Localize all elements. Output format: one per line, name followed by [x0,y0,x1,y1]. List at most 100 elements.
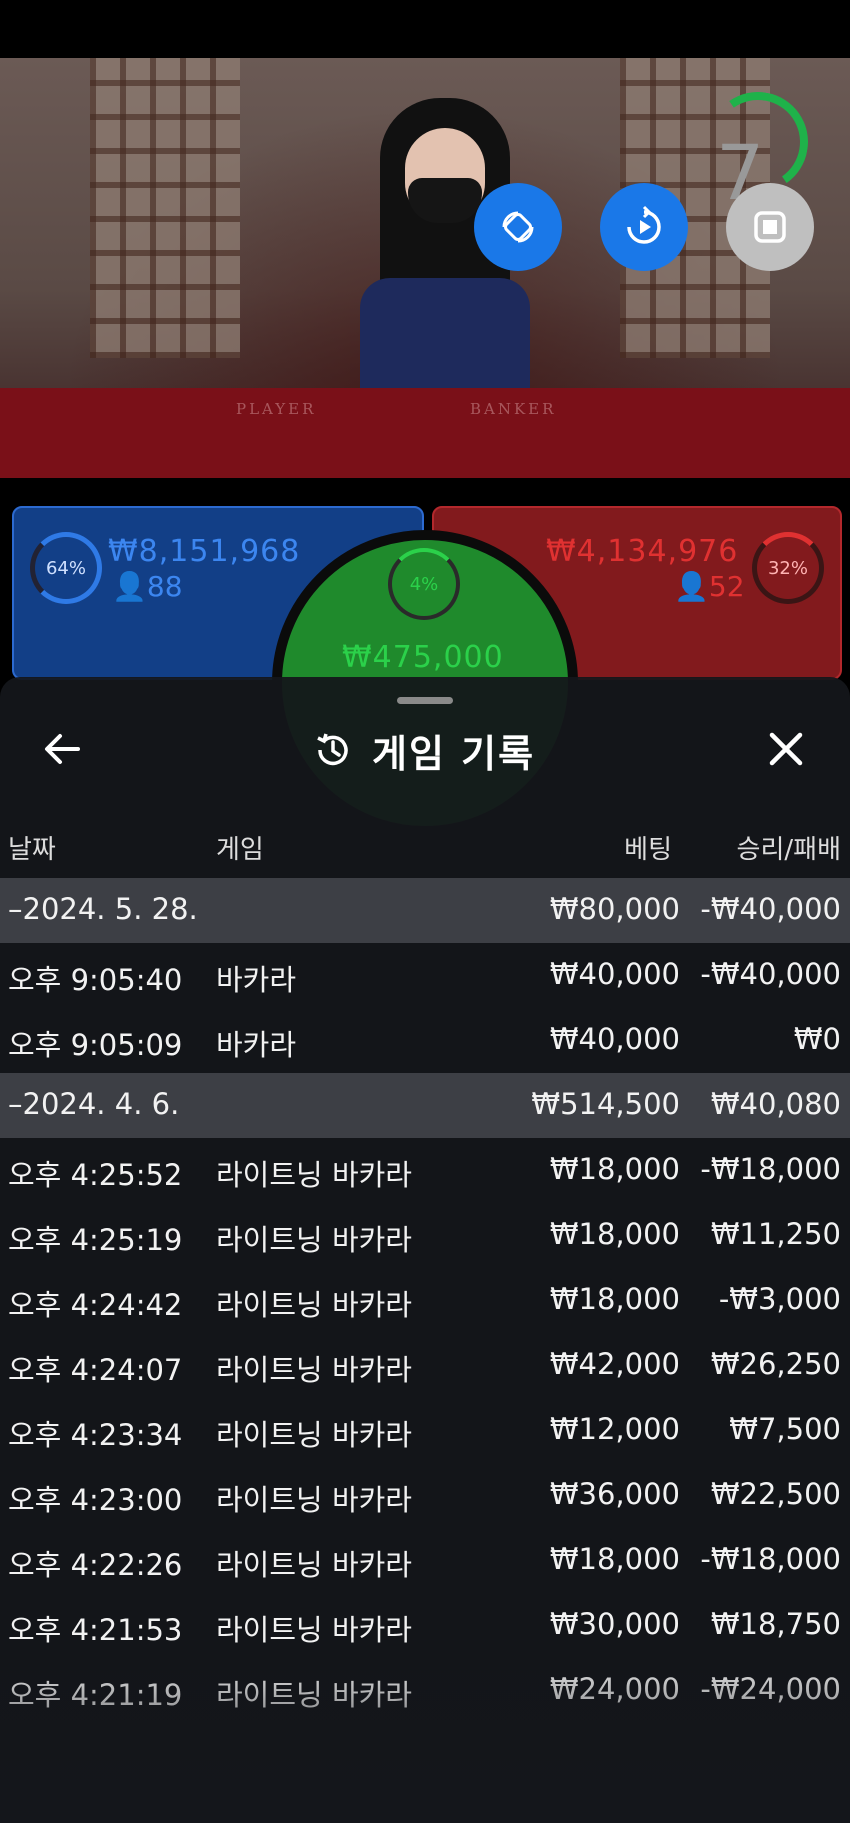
game-history-sheet: 게임 기록 날짜 게임 베팅 승리/패배 –2024. 5. 28. ₩80,00… [0,677,850,1823]
bet-area: 64% ₩8,151,968 👤88 4% ₩475,000 ₩4,134,97… [0,500,850,836]
column-bet: 베팅 [624,835,672,865]
history-row[interactable]: 오후 4:23:34 라이트닝 바카라 ₩12,000 ₩7,500 [0,1398,850,1463]
banker-percent: 32% [767,557,808,579]
history-game: 라이트닝 바카라 [216,1678,412,1712]
history-column-headers: 날짜 게임 베팅 승리/패배 [0,815,850,875]
history-bet: ₩12,000 [549,1412,680,1446]
history-result: ₩22,500 [710,1477,841,1511]
table-label-banker: BANKER [470,400,557,418]
user-icon: 👤 [112,570,147,603]
history-bet: ₩30,000 [549,1607,680,1641]
history-bet: ₩18,000 [549,1282,680,1316]
history-date: 오후 4:21:19 [8,1678,183,1712]
history-result: ₩11,250 [710,1217,841,1251]
history-game: 라이트닝 바카라 [216,1223,412,1257]
history-game: 라이트닝 바카라 [216,1158,412,1192]
rotate-button[interactable] [474,183,562,271]
history-result: -₩3,000 [718,1282,841,1316]
history-bet: ₩18,000 [549,1542,680,1576]
title-group: 게임 기록 [312,725,536,776]
history-game: 라이트닝 바카라 [216,1548,412,1582]
stop-button[interactable] [726,183,814,271]
arrow-left-icon [45,734,80,764]
history-result: ₩40,080 [710,1087,841,1121]
sheet-title: 게임 기록 [372,731,536,776]
history-game: 라이트닝 바카라 [216,1353,412,1387]
history-row[interactable]: 오후 4:23:00 라이트닝 바카라 ₩36,000 ₩22,500 [0,1463,850,1528]
replay-button[interactable] [600,183,688,271]
history-date: 오후 4:24:07 [8,1353,183,1387]
history-bet: ₩80,000 [549,892,680,926]
banker-percent-ring: 32% [752,532,824,604]
history-row[interactable]: 오후 4:24:07 라이트닝 바카라 ₩42,000 ₩26,250 [0,1333,850,1398]
history-date: 오후 4:24:42 [8,1288,183,1322]
column-game: 게임 [216,835,264,865]
replay-icon [627,205,661,244]
close-button[interactable] [764,727,808,771]
history-icon [317,733,348,766]
history-row[interactable]: 오후 4:25:19 라이트닝 바카라 ₩18,000 ₩11,250 [0,1203,850,1268]
history-bet: ₩42,000 [549,1347,680,1381]
history-game: 라이트닝 바카라 [216,1288,412,1322]
history-result: ₩18,750 [710,1607,841,1641]
history-date: 오후 4:25:19 [8,1223,183,1257]
background-screen-left [90,58,240,358]
close-icon [769,732,803,766]
history-bet: ₩18,000 [549,1217,680,1251]
history-game: 바카라 [216,1028,297,1062]
tie-percent: 4% [409,573,439,595]
history-row[interactable]: 오후 9:05:09 바카라 ₩40,000 ₩0 [0,1008,850,1073]
history-date: 오후 9:05:09 [8,1028,183,1062]
history-bet: ₩40,000 [549,1022,680,1056]
back-button[interactable] [40,727,84,771]
history-result: -₩18,000 [700,1542,841,1576]
history-row[interactable]: 오후 9:05:40 바카라 ₩40,000 -₩40,000 [0,943,850,1008]
history-row[interactable]: 오후 4:21:53 라이트닝 바카라 ₩30,000 ₩18,750 [0,1593,850,1658]
history-row[interactable]: 오후 4:24:42 라이트닝 바카라 ₩18,000 -₩3,000 [0,1268,850,1333]
history-date: 오후 4:25:52 [8,1158,183,1192]
tie-percent-ring: 4% [388,548,460,620]
history-date: 오후 4:23:00 [8,1483,183,1517]
history-game: 라이트닝 바카라 [216,1418,412,1452]
history-game: 라이트닝 바카라 [216,1483,412,1517]
history-bet: ₩36,000 [549,1477,680,1511]
history-date-group[interactable]: –2024. 5. 28. ₩80,000 -₩40,000 [0,878,850,943]
history-date: –2024. 4. 6. [8,1087,180,1121]
history-result: ₩0 [793,1022,841,1056]
history-game: 바카라 [216,963,297,997]
history-list: –2024. 5. 28. ₩80,000 -₩40,000 오후 9:05:40 바카… [0,878,850,1723]
history-date: 오후 4:22:26 [8,1548,183,1582]
history-result: ₩26,250 [710,1347,841,1381]
history-row[interactable]: 오후 4:22:26 라이트닝 바카라 ₩18,000 -₩18,000 [0,1528,850,1593]
history-bet: ₩514,500 [531,1087,680,1121]
history-result: ₩7,500 [729,1412,841,1446]
history-row[interactable]: 오후 4:25:52 라이트닝 바카라 ₩18,000 -₩18,000 [0,1138,850,1203]
history-result: -₩40,000 [700,892,841,926]
column-date: 날짜 [8,835,56,865]
player-percent: 64% [45,557,86,579]
history-result: -₩40,000 [700,957,841,991]
history-date: 오후 4:21:53 [8,1613,183,1647]
history-result: -₩24,000 [700,1672,841,1706]
banker-amount: ₩4,134,976 [546,534,739,569]
tie-amount: ₩475,000 [342,640,504,675]
player-amount: ₩8,151,968 [108,534,301,569]
stop-icon [754,211,786,243]
rotate-icon [502,211,534,243]
sheet-header: 게임 기록 [0,677,850,817]
column-result: 승리/패배 [736,835,841,865]
history-result: -₩18,000 [700,1152,841,1186]
history-date: –2024. 5. 28. [8,892,198,926]
history-date-group[interactable]: –2024. 4. 6. ₩514,500 ₩40,080 [0,1073,850,1138]
player-count: 👤88 [112,570,183,603]
table-label-player: PLAYER [236,400,317,418]
history-date: 오후 9:05:40 [8,963,183,997]
history-bet: ₩40,000 [549,957,680,991]
history-date: 오후 4:23:34 [8,1418,183,1452]
baccarat-table: PLAYER BANKER [0,388,850,478]
history-bet: ₩18,000 [549,1152,680,1186]
history-row[interactable]: 오후 4:21:19 라이트닝 바카라 ₩24,000 -₩24,000 [0,1658,850,1723]
user-icon: 👤 [674,570,709,603]
player-percent-ring: 64% [30,532,102,604]
history-bet: ₩24,000 [549,1672,680,1706]
